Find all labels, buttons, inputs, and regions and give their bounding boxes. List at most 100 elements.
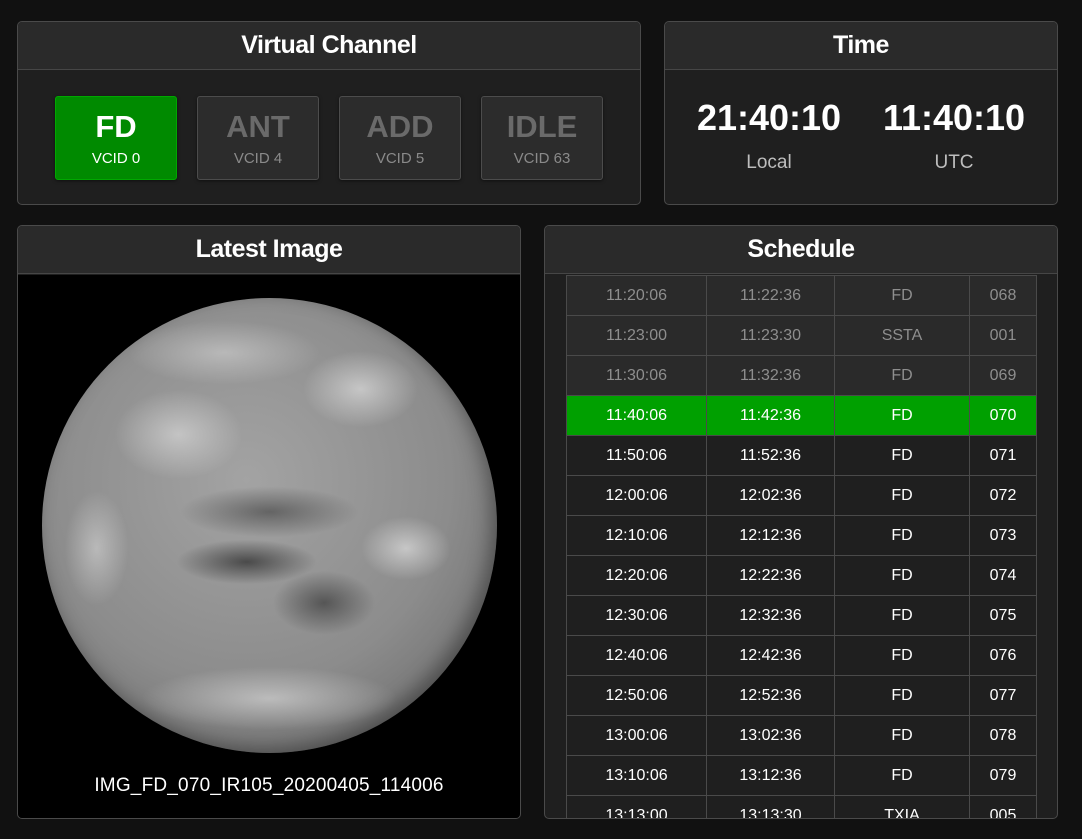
schedule-start-time: 13:10:06 xyxy=(566,755,707,796)
schedule-start-time: 11:50:06 xyxy=(566,435,707,476)
schedule-scan-number: 074 xyxy=(969,555,1037,596)
latest-image-title: Latest Image xyxy=(18,226,520,274)
vcid-button-label: IDLE xyxy=(506,108,578,144)
schedule-scan-type: FD xyxy=(834,395,970,436)
schedule-start-time: 13:13:00 xyxy=(566,795,707,818)
schedule-row[interactable]: 11:23:00 11:23:30 SSTA 001 xyxy=(566,315,1037,356)
virtual-channel-title: Virtual Channel xyxy=(18,22,640,70)
schedule-scan-number: 072 xyxy=(969,475,1037,516)
vcid-button-fd[interactable]: FD VCID 0 xyxy=(55,96,177,180)
utc-time-value: 11:40:10 xyxy=(882,97,1026,138)
schedule-scan-type: FD xyxy=(834,475,970,516)
schedule-start-time: 12:50:06 xyxy=(566,675,707,716)
schedule-scan-number: 073 xyxy=(969,515,1037,556)
schedule-scan-type: FD xyxy=(834,715,970,756)
schedule-scan-type: FD xyxy=(834,275,970,316)
schedule-start-time: 12:20:06 xyxy=(566,555,707,596)
vcid-button-id: VCID 0 xyxy=(91,149,141,167)
schedule-scan-number: 079 xyxy=(969,755,1037,796)
schedule-start-time: 11:30:06 xyxy=(566,355,707,396)
schedule-end-time: 12:32:36 xyxy=(706,595,835,636)
schedule-table: 11:20:06 11:22:36 FD 068 11:23:00 11:23:30 SST… xyxy=(566,275,1037,818)
schedule-row[interactable]: 11:40:06 11:42:36 FD 070 xyxy=(566,395,1037,436)
schedule-start-time: 11:23:00 xyxy=(566,315,707,356)
vcid-button-label: FD xyxy=(95,108,137,144)
vcid-button-ant[interactable]: ANT VCID 4 xyxy=(197,96,319,180)
vcid-button-idle[interactable]: IDLE VCID 63 xyxy=(481,96,603,180)
schedule-scan-type: FD xyxy=(834,355,970,396)
schedule-end-time: 12:42:36 xyxy=(706,635,835,676)
schedule-scan-number: 078 xyxy=(969,715,1037,756)
schedule-title: Schedule xyxy=(545,226,1057,274)
schedule-scan-type: FD xyxy=(834,515,970,556)
schedule-scan-number: 070 xyxy=(969,395,1037,436)
schedule-start-time: 11:40:06 xyxy=(566,395,707,436)
vcid-button-add[interactable]: ADD VCID 5 xyxy=(339,96,461,180)
schedule-scan-number: 005 xyxy=(969,795,1037,818)
virtual-channel-panel: Virtual Channel FD VCID 0 ANT VCID 4 ADD… xyxy=(17,21,641,205)
schedule-scan-number: 077 xyxy=(969,675,1037,716)
schedule-row[interactable]: 13:10:06 13:12:36 FD 079 xyxy=(566,755,1037,796)
schedule-row[interactable]: 12:50:06 12:52:36 FD 077 xyxy=(566,675,1037,716)
vcid-button-label: ANT xyxy=(226,108,290,144)
schedule-row[interactable]: 11:20:06 11:22:36 FD 068 xyxy=(566,275,1037,316)
schedule-end-time: 11:22:36 xyxy=(706,275,835,316)
time-title: Time xyxy=(665,22,1057,70)
image-viewport: IMG_FD_070_IR105_20200405_114006 xyxy=(18,275,520,818)
schedule-end-time: 11:42:36 xyxy=(706,395,835,436)
schedule-scan-type: SSTA xyxy=(834,315,970,356)
vcid-button-id: VCID 5 xyxy=(375,149,425,167)
schedule-scan-type: TXIA xyxy=(834,795,970,818)
vcid-button-id: VCID 4 xyxy=(233,149,283,167)
schedule-scan-number: 069 xyxy=(969,355,1037,396)
schedule-end-time: 11:32:36 xyxy=(706,355,835,396)
schedule-row[interactable]: 12:10:06 12:12:36 FD 073 xyxy=(566,515,1037,556)
schedule-row[interactable]: 12:30:06 12:32:36 FD 075 xyxy=(566,595,1037,636)
vcid-button-label: ADD xyxy=(366,108,434,144)
schedule-end-time: 13:13:30 xyxy=(706,795,835,818)
schedule-end-time: 11:52:36 xyxy=(706,435,835,476)
schedule-end-time: 11:23:30 xyxy=(706,315,835,356)
schedule-scan-number: 075 xyxy=(969,595,1037,636)
latest-image-panel: Latest Image IMG_FD_070_IR105_20200405_1… xyxy=(17,225,521,819)
schedule-end-time: 13:12:36 xyxy=(706,755,835,796)
schedule-panel: Schedule 11:20:06 11:22:36 FD 068 11:23:00 11… xyxy=(544,225,1058,819)
schedule-start-time: 12:00:06 xyxy=(566,475,707,516)
schedule-row[interactable]: 12:40:06 12:42:36 FD 076 xyxy=(566,635,1037,676)
local-time-label: Local xyxy=(746,152,792,173)
earth-full-disk-image[interactable] xyxy=(42,298,497,753)
schedule-scroll-area[interactable]: 11:20:06 11:22:36 FD 068 11:23:00 11:23:30 SST… xyxy=(545,275,1057,818)
schedule-scan-number: 001 xyxy=(969,315,1037,356)
schedule-end-time: 12:02:36 xyxy=(706,475,835,516)
schedule-start-time: 13:00:06 xyxy=(566,715,707,756)
schedule-end-time: 13:02:36 xyxy=(706,715,835,756)
schedule-scan-type: FD xyxy=(834,755,970,796)
utc-time-block: 11:40:10 UTC xyxy=(864,94,1044,174)
schedule-start-time: 12:10:06 xyxy=(566,515,707,556)
local-time-block: 21:40:10 Local xyxy=(679,94,859,174)
schedule-row[interactable]: 13:13:00 13:13:30 TXIA 005 xyxy=(566,795,1037,818)
schedule-scan-type: FD xyxy=(834,435,970,476)
utc-time-label: UTC xyxy=(934,152,974,173)
vcid-button-group: FD VCID 0 ANT VCID 4 ADD VCID 5 IDLE VCI… xyxy=(55,96,603,180)
schedule-row[interactable]: 11:30:06 11:32:36 FD 069 xyxy=(566,355,1037,396)
schedule-start-time: 12:30:06 xyxy=(566,595,707,636)
schedule-scan-number: 071 xyxy=(969,435,1037,476)
local-time-value: 21:40:10 xyxy=(696,97,842,138)
schedule-end-time: 12:52:36 xyxy=(706,675,835,716)
schedule-scan-number: 068 xyxy=(969,275,1037,316)
schedule-scan-number: 076 xyxy=(969,635,1037,676)
image-filename: IMG_FD_070_IR105_20200405_114006 xyxy=(94,775,444,796)
schedule-row[interactable]: 11:50:06 11:52:36 FD 071 xyxy=(566,435,1037,476)
schedule-scan-type: FD xyxy=(834,635,970,676)
schedule-end-time: 12:22:36 xyxy=(706,555,835,596)
vcid-button-id: VCID 63 xyxy=(513,149,571,167)
schedule-start-time: 12:40:06 xyxy=(566,635,707,676)
schedule-row[interactable]: 13:00:06 13:02:36 FD 078 xyxy=(566,715,1037,756)
schedule-row[interactable]: 12:00:06 12:02:36 FD 072 xyxy=(566,475,1037,516)
schedule-scan-type: FD xyxy=(834,675,970,716)
time-panel: Time 21:40:10 Local 11:40:10 UTC xyxy=(664,21,1058,205)
schedule-row[interactable]: 12:20:06 12:22:36 FD 074 xyxy=(566,555,1037,596)
schedule-scan-type: FD xyxy=(834,595,970,636)
schedule-start-time: 11:20:06 xyxy=(566,275,707,316)
